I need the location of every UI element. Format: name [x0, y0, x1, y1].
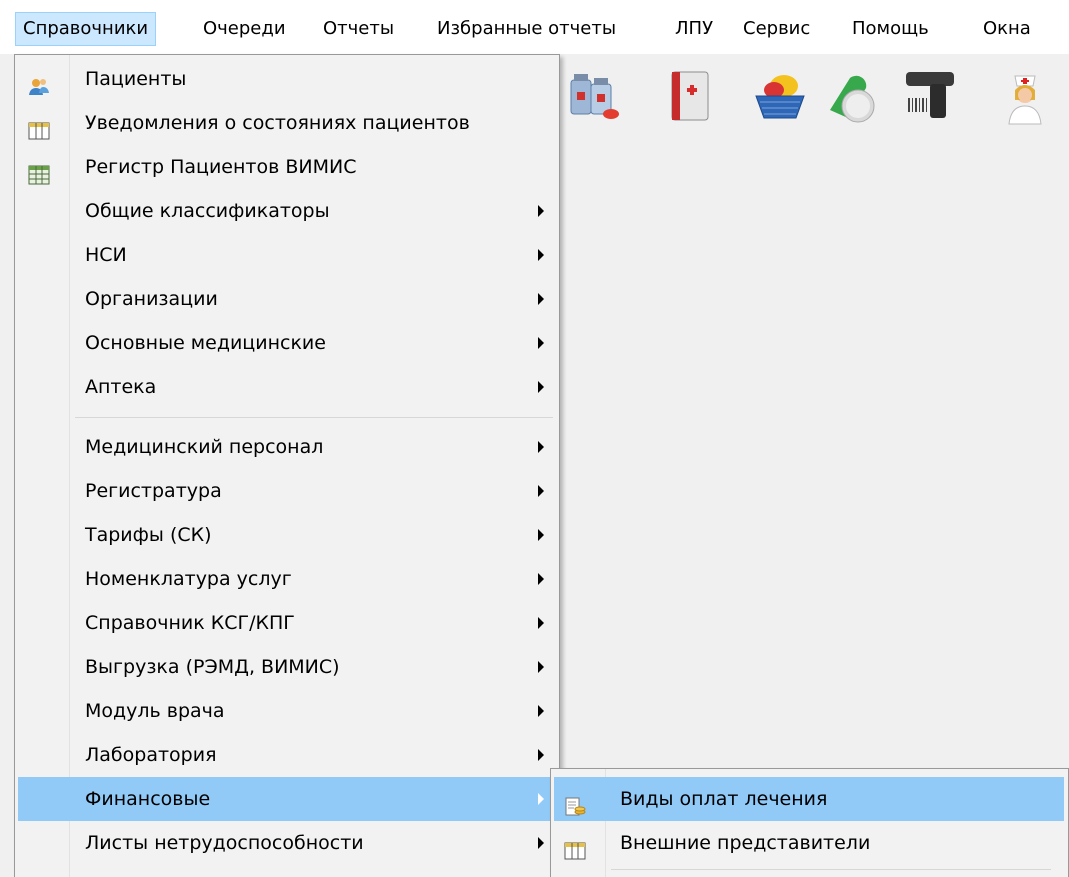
patients-icon: [28, 69, 50, 95]
spreadsheet-icon: [28, 157, 50, 185]
menu-item-label: Аптека: [85, 376, 157, 398]
submenu-arrow-icon: [538, 749, 544, 761]
menu-izbrannye-otchety[interactable]: Избранные отчеты: [430, 12, 623, 46]
finansovye-submenu: Виды оплат лечения Внешние представители: [550, 768, 1069, 877]
menu-item-obshchie-klassifikatory[interactable]: Общие классификаторы: [18, 189, 556, 233]
menu-servis[interactable]: Сервис: [736, 12, 817, 46]
menu-item-label: Медицинский персонал: [85, 436, 324, 458]
menu-item-label: Справочник КСГ/КПГ: [85, 612, 295, 634]
submenu-item-vidy-oplat[interactable]: Виды оплат лечения: [554, 777, 1064, 821]
menu-okna[interactable]: Окна: [976, 12, 1038, 46]
medicine-vials-icon[interactable]: [565, 66, 625, 126]
menu-pomoshch[interactable]: Помощь: [845, 12, 936, 46]
menu-item-vygruzka[interactable]: Выгрузка (РЭМД, ВИМИС): [18, 645, 556, 689]
submenu-arrow-icon: [538, 205, 544, 217]
menu-item-label: НСИ: [85, 244, 127, 266]
menu-spravochniki[interactable]: Справочники: [15, 12, 157, 46]
submenu-arrow-icon: [538, 485, 544, 497]
menu-item-label: Выгрузка (РЭМД, ВИМИС): [85, 656, 340, 678]
submenu-arrow-icon: [538, 573, 544, 585]
menu-bar: Справочники Очереди Отчеты Избранные отч…: [0, 0, 1069, 54]
menu-item-label: Внешние представители: [620, 832, 871, 854]
menu-item-label: Регистратура: [85, 480, 222, 502]
menu-item-label: Регистр Пациентов ВИМИС: [85, 156, 357, 178]
menu-item-label: Лаборатория: [85, 744, 217, 766]
submenu-arrow-icon: [538, 529, 544, 541]
menu-item-osnovnye-meditsinskie[interactable]: Основные медицинские: [18, 321, 556, 365]
payment-types-icon: [564, 789, 586, 816]
submenu-arrow-icon: [538, 837, 544, 849]
menu-item-label: Уведомления о состояниях пациентов: [85, 112, 470, 134]
menu-item-label: Листы нетрудоспособности: [85, 832, 364, 854]
menu-item-finansovye[interactable]: Финансовые: [18, 777, 556, 821]
submenu-arrow-icon: [538, 793, 544, 805]
submenu-item-vneshnie-predstaviteli[interactable]: Внешние представители: [554, 821, 1064, 865]
menu-item-organizatsii[interactable]: Организации: [18, 277, 556, 321]
submenu-arrow-icon: [538, 381, 544, 393]
submenu-arrow-icon: [538, 249, 544, 261]
menu-item-registr-vimis[interactable]: Регистр Пациентов ВИМИС: [18, 145, 556, 189]
menu-otchety[interactable]: Отчеты: [316, 12, 401, 46]
menu-item-registratura[interactable]: Регистратура: [18, 469, 556, 513]
menu-item-tarify[interactable]: Тарифы (СК): [18, 513, 556, 557]
submenu-arrow-icon: [538, 293, 544, 305]
menu-separator: [611, 869, 1051, 870]
menu-item-label: Финансовые: [85, 788, 211, 810]
nurse-icon[interactable]: [995, 66, 1055, 126]
submenu-arrow-icon: [538, 441, 544, 453]
menu-item-spravochnik-ksg[interactable]: Справочник КСГ/КПГ: [18, 601, 556, 645]
menu-item-label: Тарифы (СК): [85, 524, 212, 546]
menu-item-label: Номенклатура услуг: [85, 568, 292, 590]
first-aid-book-icon[interactable]: [660, 66, 720, 126]
menu-item-modul-vracha[interactable]: Модуль врача: [18, 689, 556, 733]
capsule-tablet-icon[interactable]: [820, 66, 880, 126]
menu-item-patsienty[interactable]: Пациенты: [18, 57, 556, 101]
menu-separator: [75, 417, 553, 418]
menu-ocheredi[interactable]: Очереди: [196, 12, 293, 46]
table-columns-icon: [28, 113, 50, 140]
menu-lpu[interactable]: ЛПУ: [668, 12, 720, 46]
table-columns-icon: [564, 833, 586, 860]
submenu-arrow-icon: [538, 337, 544, 349]
menu-item-laboratoriya[interactable]: Лаборатория: [18, 733, 556, 777]
menu-item-apteka[interactable]: Аптека: [18, 365, 556, 409]
menu-item-label: Пациенты: [85, 68, 187, 90]
submenu-arrow-icon: [538, 705, 544, 717]
barcode-scanner-icon[interactable]: [900, 66, 960, 126]
menu-item-nsi[interactable]: НСИ: [18, 233, 556, 277]
menu-item-nomenklatura-uslug[interactable]: Номенклатура услуг: [18, 557, 556, 601]
menu-item-label: Основные медицинские: [85, 332, 326, 354]
menu-item-label: Организации: [85, 288, 218, 310]
menu-item-label: Модуль врача: [85, 700, 225, 722]
menu-item-med-personal[interactable]: Медицинский персонал: [18, 425, 556, 469]
submenu-arrow-icon: [538, 617, 544, 629]
pills-basket-icon[interactable]: [750, 66, 810, 126]
menu-item-uvedomleniya[interactable]: Уведомления о состояниях пациентов: [18, 101, 556, 145]
menu-item-label: Виды оплат лечения: [620, 788, 828, 810]
spravochniki-dropdown: Пациенты Уведомления о состояниях пациен…: [14, 54, 560, 877]
menu-item-label: Общие классификаторы: [85, 200, 330, 222]
submenu-arrow-icon: [538, 661, 544, 673]
menu-item-listy-netrudosposobnosti[interactable]: Листы нетрудоспособности: [18, 821, 556, 865]
